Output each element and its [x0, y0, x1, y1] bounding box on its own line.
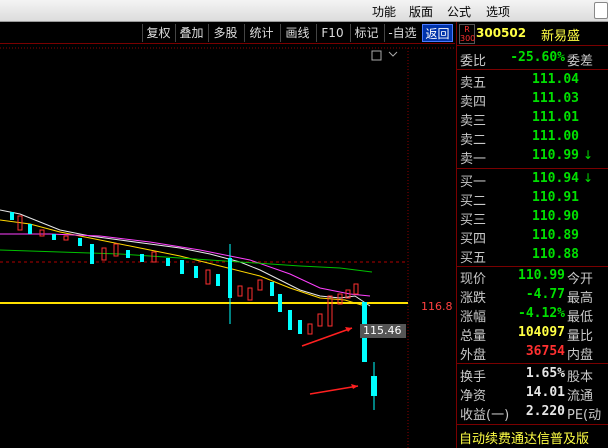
statistics-button[interactable]: 统计 — [244, 24, 278, 42]
menu-item-function[interactable]: 功能 — [372, 3, 396, 20]
fund-earnings: 收益(一) 2.220 PE(动 — [460, 404, 602, 423]
sell-level-1[interactable]: 卖一 110.99 ↓ — [457, 147, 608, 167]
buy-level-2[interactable]: 买二 110.91 — [457, 189, 608, 209]
multi-stock-button[interactable]: 多股 — [208, 24, 242, 42]
weibi-value: -25.60% — [510, 50, 565, 65]
stat-outer-volume: 外盘 36754 内盘 — [460, 344, 594, 363]
annotation-arrows — [301, 327, 359, 395]
menu-item-formula[interactable]: 公式 — [447, 3, 471, 20]
ma20-line — [0, 233, 371, 297]
menu-item-options[interactable]: 选项 — [486, 3, 510, 20]
buy-level-3[interactable]: 买三 110.90 — [457, 208, 608, 228]
mark-button[interactable]: 标记 — [350, 24, 382, 42]
overlay-button[interactable]: 叠加 — [175, 24, 207, 42]
menu-more-button[interactable] — [594, 2, 608, 19]
stat-change-pct: 涨幅 -4.12% 最低 — [460, 306, 594, 325]
news-ticker[interactable]: 自动续费通达信普及版 — [457, 424, 608, 448]
fund-turnover: 换手 1.65% 股本 — [460, 366, 594, 385]
kline-chart[interactable]: 116.8 115.46 — [0, 44, 455, 448]
down-arrow-icon: ↓ — [583, 148, 594, 162]
buy-level-4[interactable]: 买四 110.89 — [457, 227, 608, 247]
sell-level-5[interactable]: 卖五 111.04 — [457, 71, 608, 91]
fund-net-assets: 净资 14.01 流通 — [460, 385, 594, 404]
self-select-button[interactable]: -自选 — [384, 24, 420, 42]
chart-toolbar: 复权 叠加 多股 统计 画线 F10 标记 -自选 返回 — [0, 22, 455, 44]
market-badge: R 300 — [459, 24, 476, 44]
sell-level-2[interactable]: 卖二 111.00 — [457, 128, 608, 148]
quote-panel: R 300 300502 新易盛 委比 -25.60% 委差 卖五 111.04… — [456, 22, 608, 448]
candles — [10, 212, 377, 410]
stock-name: 新易盛 — [541, 29, 581, 44]
menu-item-layout[interactable]: 版面 — [409, 3, 433, 20]
stat-volume: 总量 104097 量比 — [460, 325, 594, 344]
sell-level-3[interactable]: 卖三 111.01 — [457, 109, 608, 129]
menu-bar: 功能 版面 公式 选项 — [0, 0, 608, 22]
buy-level-5[interactable]: 买五 110.88 — [457, 246, 608, 266]
stat-change: 涨跌 -4.77 最高 — [460, 287, 594, 306]
buy-level-1[interactable]: 买一 110.94 ↓ — [457, 170, 608, 190]
price-level-label: 116.8 — [421, 300, 453, 313]
f10-button[interactable]: F10 — [316, 24, 348, 42]
down-arrow-icon: ↓ — [583, 171, 594, 185]
chart-collapse-icon[interactable] — [388, 51, 398, 57]
stat-price: 现价 110.99 今开 — [460, 268, 594, 287]
stock-header: R 300 300502 新易盛 — [457, 22, 608, 46]
sell-level-4[interactable]: 卖四 111.03 — [457, 90, 608, 110]
stock-code: 300502 — [476, 26, 527, 40]
ma60-line — [0, 249, 373, 273]
chart-settings-icon[interactable] — [371, 50, 382, 61]
weibi-row: 委比 -25.60% 委差 — [460, 50, 594, 69]
restore-rights-button[interactable]: 复权 — [142, 24, 174, 42]
back-button[interactable]: 返回 — [422, 24, 453, 42]
draw-line-button[interactable]: 画线 — [280, 24, 314, 42]
cursor-price-label: 115.46 — [360, 324, 406, 338]
kline-svg — [0, 47, 455, 448]
